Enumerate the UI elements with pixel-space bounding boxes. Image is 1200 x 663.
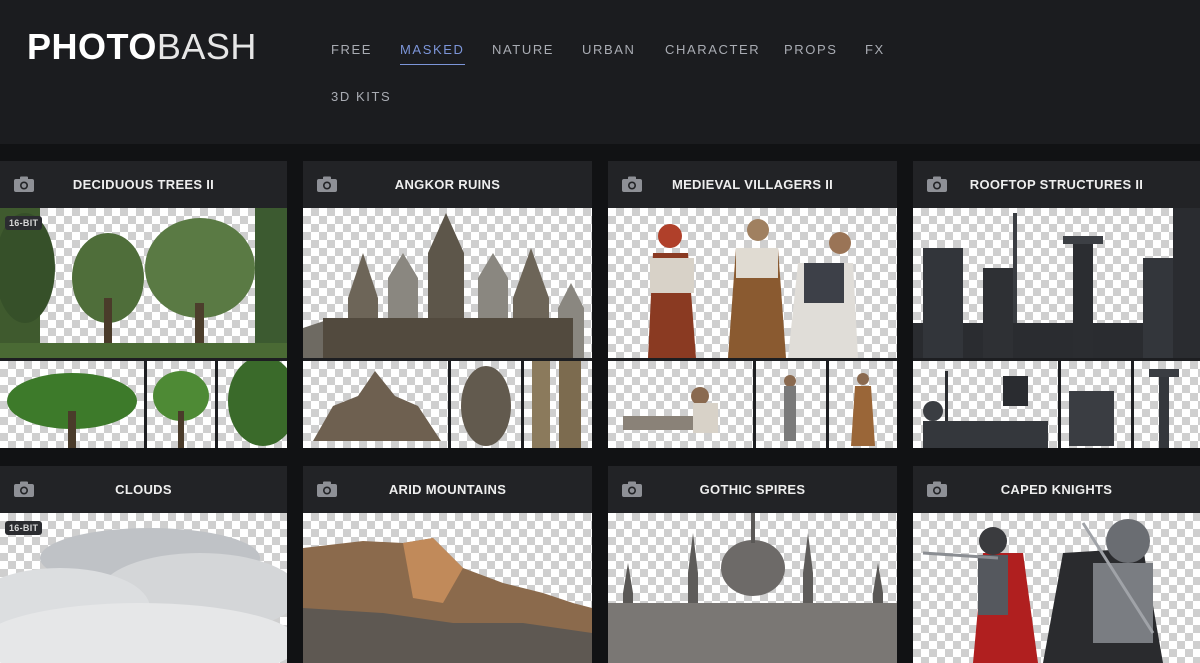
thumb-image: [0, 361, 144, 448]
card-title: CLOUDS: [115, 482, 172, 497]
nav-character[interactable]: CHARACTER: [665, 42, 760, 57]
card-header: ROOFTOP STRUCTURES II: [913, 161, 1200, 208]
pack-card-medieval-villagers[interactable]: MEDIEVAL VILLAGERS II: [608, 161, 897, 448]
pack-preview-image: [303, 513, 592, 663]
thumb-image: [608, 361, 753, 448]
nav-fx[interactable]: FX: [865, 42, 885, 57]
bit-depth-badge: 16-BIT: [5, 216, 43, 230]
thumb-image: [147, 361, 215, 448]
nav-urban[interactable]: URBAN: [582, 42, 636, 57]
pack-preview-image: [608, 208, 897, 358]
card-title: ARID MOUNTAINS: [388, 482, 507, 497]
nav-props[interactable]: PROPS: [784, 42, 838, 57]
thumb-image: [451, 361, 521, 448]
pack-preview-image: [608, 513, 897, 663]
thumb-image: [913, 361, 1058, 448]
nav-free[interactable]: FREE: [331, 42, 372, 57]
card-title: ROOFTOP STRUCTURES II: [969, 177, 1144, 192]
card-header: CLOUDS: [0, 466, 287, 513]
card-title: CAPED KNIGHTS: [1000, 482, 1113, 497]
bit-depth-badge: 16-BIT: [5, 521, 43, 535]
nav-3d-kits[interactable]: 3D KITS: [331, 89, 391, 104]
card-title: GOTHIC SPIRES: [699, 482, 806, 497]
site-header: PHOTOBASH FREE MASKED NATURE URBAN CHARA…: [0, 0, 1200, 144]
pack-card-clouds[interactable]: CLOUDS 16-BIT: [0, 466, 287, 663]
nav-nature[interactable]: NATURE: [492, 42, 554, 57]
card-title: DECIDUOUS TREES II: [72, 177, 215, 192]
thumb-image: [1061, 361, 1131, 448]
card-header: MEDIEVAL VILLAGERS II: [608, 161, 897, 208]
thumb-image: [1134, 361, 1200, 448]
thumb-image: [756, 361, 826, 448]
card-header: DECIDUOUS TREES II: [0, 161, 287, 208]
pack-grid: DECIDUOUS TREES II 16-BIT ANGKOR RUINS M…: [0, 144, 1200, 663]
pack-card-arid-mountains[interactable]: ARID MOUNTAINS: [303, 466, 592, 663]
pack-card-deciduous-trees[interactable]: DECIDUOUS TREES II 16-BIT: [0, 161, 287, 448]
card-header: ANGKOR RUINS: [303, 161, 592, 208]
card-title: MEDIEVAL VILLAGERS II: [671, 177, 834, 192]
photobash-logo[interactable]: PHOTOBASH: [27, 26, 257, 68]
pack-card-rooftop-structures[interactable]: ROOFTOP STRUCTURES II: [913, 161, 1200, 448]
nav-masked[interactable]: MASKED: [400, 42, 465, 65]
pack-card-caped-knights[interactable]: CAPED KNIGHTS: [913, 466, 1200, 663]
pack-preview-image: [913, 513, 1200, 663]
thumb-image: [218, 361, 287, 448]
thumb-image: [829, 361, 897, 448]
pack-card-angkor-ruins[interactable]: ANGKOR RUINS: [303, 161, 592, 448]
pack-preview-image: 16-BIT: [0, 208, 287, 358]
pack-card-gothic-spires[interactable]: GOTHIC SPIRES: [608, 466, 897, 663]
pack-preview-image: 16-BIT: [0, 513, 287, 663]
thumb-image: [524, 361, 592, 448]
card-header: ARID MOUNTAINS: [303, 466, 592, 513]
thumb-image: [303, 361, 448, 448]
card-header: GOTHIC SPIRES: [608, 466, 897, 513]
pack-preview-image: [913, 208, 1200, 358]
card-title: ANGKOR RUINS: [394, 177, 501, 192]
pack-preview-image: [303, 208, 592, 358]
card-header: CAPED KNIGHTS: [913, 466, 1200, 513]
